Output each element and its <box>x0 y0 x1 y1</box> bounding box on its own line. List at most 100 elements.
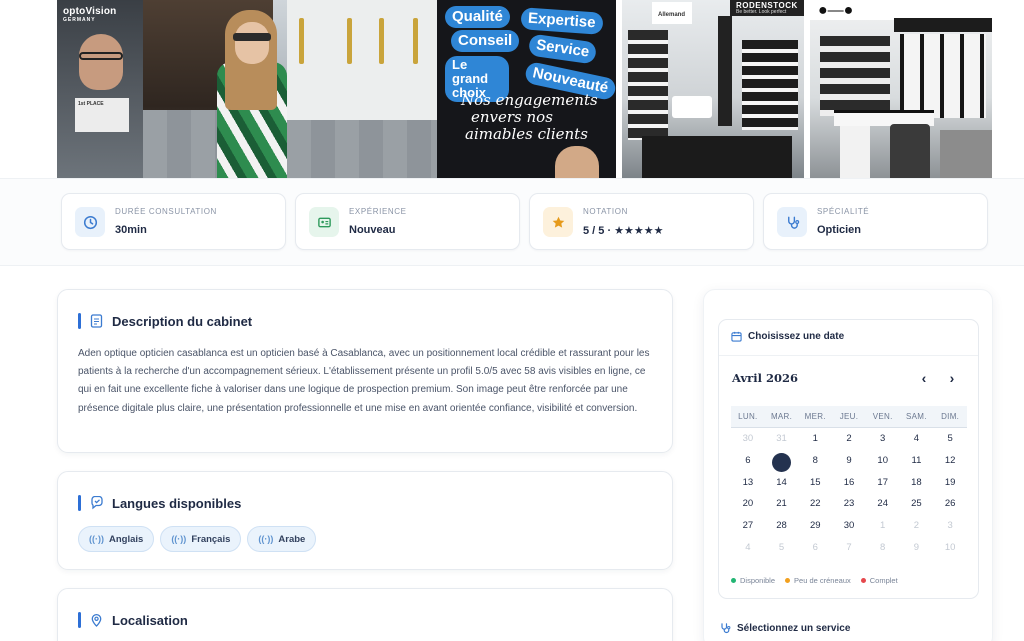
stat-card-rating: NOTATION 5 / 5 · ★★★★★ <box>529 193 754 250</box>
date-picker: Choisissez une date Avril 2026 ‹ › LUN. … <box>718 319 979 599</box>
banner-pill: Conseil <box>451 30 520 52</box>
calendar-day[interactable]: 26 <box>933 493 967 515</box>
stat-label: NOTATION <box>583 207 628 216</box>
calendar-day[interactable]: 9 <box>832 450 866 472</box>
calendar-day[interactable]: 10 <box>866 450 900 472</box>
weekday-header: LUN. MAR. MER. JEU. VEN. SAM. DIM. <box>731 406 967 428</box>
language-label: Anglais <box>109 533 144 545</box>
description-card: Description du cabinet Aden optique opti… <box>57 289 673 453</box>
stethoscope-icon <box>777 207 807 237</box>
stat-label: DURÉE CONSULTATION <box>115 207 217 216</box>
availability-legend: Disponible Peu de créneaux Complet <box>731 576 898 585</box>
calendar-day: 4 <box>745 541 751 553</box>
legend-dot <box>785 578 791 583</box>
calendar-day: 2 <box>913 520 920 532</box>
storefront-photo[interactable]: optoVision GERMANY 1st PLACE Qualité Expe… <box>57 0 616 178</box>
calendar-day[interactable]: 2 <box>832 428 866 450</box>
calendar-day[interactable]: 8 <box>798 450 832 472</box>
glasses-icon: ●—● <box>818 2 854 19</box>
promo-banner: Qualité Expertise Conseil Service Le gra… <box>437 0 616 178</box>
languages-title: Langues disponibles <box>112 495 242 511</box>
service-title: Sélectionnez un service <box>737 622 851 634</box>
legend-label: Complet <box>869 576 898 585</box>
calendar-day[interactable]: 25 <box>900 493 934 515</box>
stat-value: 5 / 5 · ★★★★★ <box>583 225 664 237</box>
clock-icon <box>75 207 105 237</box>
calendar-day: 10 <box>944 541 956 553</box>
banner-text-line: aimables clients <box>465 125 588 143</box>
legend-dot <box>731 578 736 583</box>
weekday: LUN. <box>738 412 758 421</box>
banner-pill: Qualité <box>445 6 510 28</box>
location-pin-icon <box>90 613 104 627</box>
calendar-day[interactable]: 21 <box>765 493 799 515</box>
banner-pill: Service <box>527 33 598 65</box>
calendar-day: 8 <box>880 541 886 553</box>
stat-value: 30min <box>115 224 147 236</box>
calendar-day[interactable]: 11 <box>900 450 934 472</box>
calendar-day: 1 <box>880 520 886 532</box>
wave-icon: ((·)) <box>89 534 104 544</box>
language-label: Arabe <box>278 533 306 545</box>
legend-label: Peu de créneaux <box>794 576 851 585</box>
calendar-day-selected[interactable] <box>765 450 799 472</box>
prev-month-button[interactable]: ‹ <box>915 369 933 387</box>
banner-pill: Expertise <box>520 7 604 35</box>
photo-gallery: optoVision GERMANY 1st PLACE Qualité Expe… <box>0 0 1024 178</box>
ad-brand: optoVision <box>63 6 117 17</box>
calendar-day[interactable]: 24 <box>866 493 900 515</box>
language-label: Français <box>191 533 231 545</box>
calendar-day[interactable]: 14 <box>765 472 799 494</box>
stat-card-specialty: SPÉCIALITÉ Opticien <box>763 193 988 250</box>
date-picker-title: Choisissez une date <box>748 331 845 342</box>
calendar-day: 3 <box>947 520 953 532</box>
interior-photo-1[interactable]: Allemand RODENSTOCK Be better. Look perf… <box>622 0 804 178</box>
location-card: Localisation <box>57 588 673 641</box>
calendar-day[interactable]: 13 <box>731 472 765 494</box>
description-text: Aden optique opticien casablanca est un … <box>78 348 650 414</box>
stat-card-experience: EXPÉRIENCE Nouveau <box>295 193 520 250</box>
calendar-day[interactable]: 5 <box>933 428 967 450</box>
calendar-day[interactable]: 20 <box>731 493 765 515</box>
weekday: MAR. <box>770 412 793 421</box>
calendar-day[interactable]: 23 <box>832 493 866 515</box>
calendar-day[interactable]: 3 <box>866 428 900 450</box>
calendar-day: 9 <box>913 541 920 553</box>
calendar-day[interactable]: 28 <box>765 515 799 537</box>
interior-photo-2[interactable]: ●—● <box>810 0 992 178</box>
calendar-day: 31 <box>776 433 787 444</box>
calendar-day[interactable]: 6 <box>731 450 765 472</box>
calendar-day[interactable]: 1 <box>798 428 832 450</box>
optovision-ad: optoVision GERMANY 1st PLACE <box>57 0 143 178</box>
calendar-day[interactable]: 15 <box>798 472 832 494</box>
language-list: ((·)) Anglais ((·)) Français ((·)) Arabe <box>78 526 317 552</box>
calendar-day[interactable]: 16 <box>832 472 866 494</box>
stat-value: Opticien <box>817 224 862 236</box>
legend-dot <box>860 578 866 583</box>
weekday: MER. <box>804 412 826 421</box>
language-icon <box>90 496 104 510</box>
month-label: Avril 2026 <box>732 371 798 385</box>
calendar-day[interactable]: 4 <box>900 428 934 450</box>
ad-brand-sub: GERMANY <box>63 17 96 23</box>
calendar-day: 7 <box>846 541 852 553</box>
wave-icon: ((·)) <box>171 534 187 544</box>
calendar-day[interactable]: 27 <box>731 515 765 537</box>
calendar-day[interactable]: 18 <box>900 472 934 494</box>
calendar-day[interactable]: 17 <box>866 472 900 494</box>
calendar-day[interactable]: 12 <box>933 450 967 472</box>
stat-value: Nouveau <box>349 224 396 236</box>
next-month-button[interactable]: › <box>943 369 961 387</box>
calendar-day[interactable]: 22 <box>798 493 832 515</box>
calendar-day[interactable]: 29 <box>798 515 832 537</box>
calendar-day[interactable]: 19 <box>933 472 967 494</box>
stethoscope-icon <box>719 622 731 634</box>
banner-text-line: Nos engagements <box>461 91 598 109</box>
language-chip: ((·)) Arabe <box>247 526 317 552</box>
weekday: DIM. <box>941 412 960 421</box>
document-icon <box>90 314 104 328</box>
weekday: SAM. <box>906 412 927 421</box>
ad-badge: 1st PLACE <box>75 98 129 132</box>
calendar-day[interactable]: 30 <box>832 515 866 537</box>
calendar-icon <box>731 331 742 342</box>
